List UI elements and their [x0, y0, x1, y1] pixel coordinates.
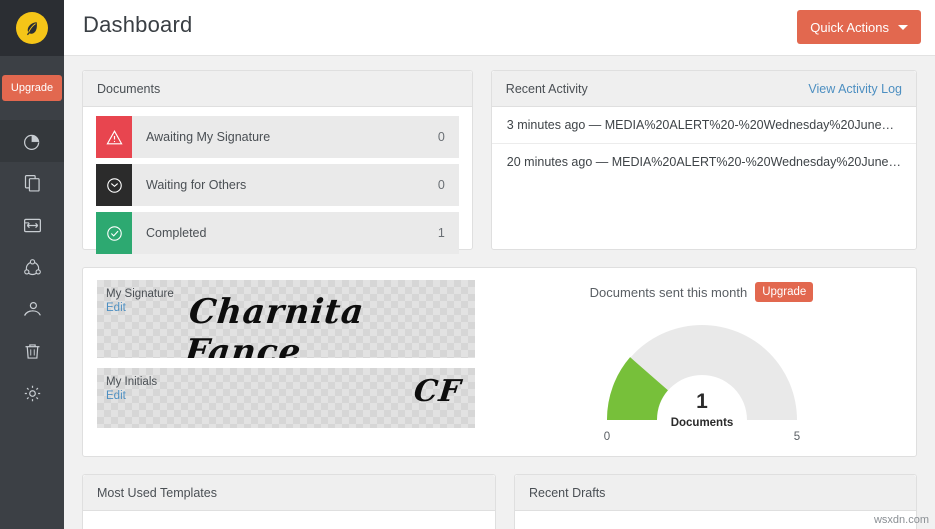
signature-section: My Signature Edit Charnita Fance My Init…: [83, 268, 487, 456]
watermark: wsxdn.com: [873, 514, 929, 526]
list-item[interactable]: Completed 1: [96, 212, 459, 254]
gauge-chart: 1 Documents 0 5: [603, 325, 800, 443]
initials-image: CF: [411, 374, 463, 409]
page-title: Dashboard: [83, 12, 193, 37]
list-item-count: 0: [437, 130, 445, 144]
recent-activity-title: Recent Activity: [505, 81, 588, 96]
my-signature-meta: My Signature Edit: [106, 288, 174, 314]
recent-drafts-panel: Recent Drafts: [514, 474, 917, 529]
dashboard-page: Upgrade Dashboard Quick Actions Document…: [0, 0, 935, 529]
documents-panel-header: Documents: [83, 71, 472, 107]
clock-icon: [96, 164, 132, 206]
gauge-upgrade-button[interactable]: Upgrade: [755, 282, 814, 302]
gauge-caption: Documents sent this month Upgrade: [487, 282, 916, 302]
usage-gauge-section: Documents sent this month Upgrade 1 Docu…: [487, 268, 916, 456]
view-activity-log-link[interactable]: View Activity Log: [808, 82, 902, 96]
most-used-templates-title: Most Used Templates: [97, 485, 217, 500]
usage-gauge: 1 Documents 0 5: [487, 310, 916, 450]
pie-chart-icon: [22, 131, 43, 152]
template-resize-icon: [22, 215, 43, 236]
signature-image: Charnita Fance: [182, 292, 367, 358]
gauge-max-tick: 5: [793, 431, 799, 443]
list-item[interactable]: 3 minutes ago — MEDIA%20ALERT%20-%20Wedn…: [491, 107, 916, 144]
recent-activity-header: Recent Activity View Activity Log: [491, 71, 916, 107]
trash-icon: [22, 341, 43, 362]
sidebar: Upgrade: [0, 0, 64, 529]
list-item[interactable]: 20 minutes ago — MEDIA%20ALERT%20-%20Wed…: [492, 144, 916, 180]
documents-status-list: Awaiting My Signature 0 Waiting for Othe…: [83, 107, 472, 272]
warning-triangle-icon: [96, 116, 132, 158]
documents-panel-title: Documents: [97, 81, 161, 96]
list-item[interactable]: Waiting for Others 0: [96, 164, 459, 206]
most-used-templates-panel: Most Used Templates: [82, 474, 496, 529]
top-header: Dashboard Quick Actions: [64, 0, 935, 56]
top-row: Documents Awaiting My Signature 0 Waitin…: [82, 70, 917, 254]
list-item-count: 0: [437, 178, 445, 192]
sidebar-item-documents[interactable]: [0, 162, 64, 204]
check-circle-icon: [96, 212, 132, 254]
gauge-unit-text: Documents: [670, 417, 733, 429]
activity-list: 3 minutes ago — MEDIA%20ALERT%20-%20Wedn…: [491, 107, 916, 180]
quill-logo-icon: [16, 12, 48, 44]
sidebar-item-team[interactable]: [0, 246, 64, 288]
sidebar-upgrade-zone: Upgrade: [0, 56, 64, 120]
sidebar-upgrade-button[interactable]: Upgrade: [1, 75, 63, 101]
list-item[interactable]: Awaiting My Signature 0: [96, 116, 459, 158]
sidebar-item-templates[interactable]: [0, 204, 64, 246]
team-network-icon: [22, 257, 43, 278]
recent-drafts-title: Recent Drafts: [529, 485, 606, 500]
contact-user-icon: [22, 299, 43, 320]
sidebar-item-settings[interactable]: [0, 372, 64, 414]
sidebar-item-dashboard[interactable]: [0, 120, 64, 162]
my-initials-meta: My Initials Edit: [106, 376, 157, 402]
gauge-caption-text: Documents sent this month: [589, 284, 748, 300]
list-item-count: 1: [437, 226, 445, 240]
quick-actions-label: Quick Actions: [810, 19, 889, 35]
signature-and-usage-panel: My Signature Edit Charnita Fance My Init…: [82, 267, 917, 457]
edit-initials-link[interactable]: Edit: [106, 390, 157, 402]
my-initials-box[interactable]: My Initials Edit CF: [97, 368, 475, 428]
edit-signature-link[interactable]: Edit: [106, 302, 174, 314]
bottom-row: Most Used Templates Recent Drafts: [82, 474, 917, 529]
sidebar-item-trash[interactable]: [0, 330, 64, 372]
quick-actions-button[interactable]: Quick Actions: [797, 10, 921, 44]
documents-panel: Documents Awaiting My Signature 0 Waitin…: [82, 70, 473, 254]
gear-icon: [22, 383, 43, 404]
gauge-value-text: 1: [696, 390, 708, 413]
list-item-label: Waiting for Others: [146, 178, 247, 192]
app-logo[interactable]: [0, 0, 64, 56]
chevron-down-icon: [898, 24, 908, 30]
documents-copy-icon: [22, 173, 43, 194]
list-item-label: Awaiting My Signature: [146, 130, 271, 144]
recent-drafts-header: Recent Drafts: [515, 475, 916, 511]
list-item-label: Completed: [146, 226, 207, 240]
sidebar-item-contacts[interactable]: [0, 288, 64, 330]
my-signature-box[interactable]: My Signature Edit Charnita Fance: [97, 280, 475, 358]
my-initials-label: My Initials: [106, 376, 158, 388]
most-used-templates-header: Most Used Templates: [83, 475, 495, 511]
gauge-min-tick: 0: [603, 431, 609, 443]
my-signature-label: My Signature: [106, 288, 174, 300]
main-content: Documents Awaiting My Signature 0 Waitin…: [64, 56, 935, 529]
recent-activity-panel: Recent Activity View Activity Log 3 minu…: [490, 70, 917, 250]
